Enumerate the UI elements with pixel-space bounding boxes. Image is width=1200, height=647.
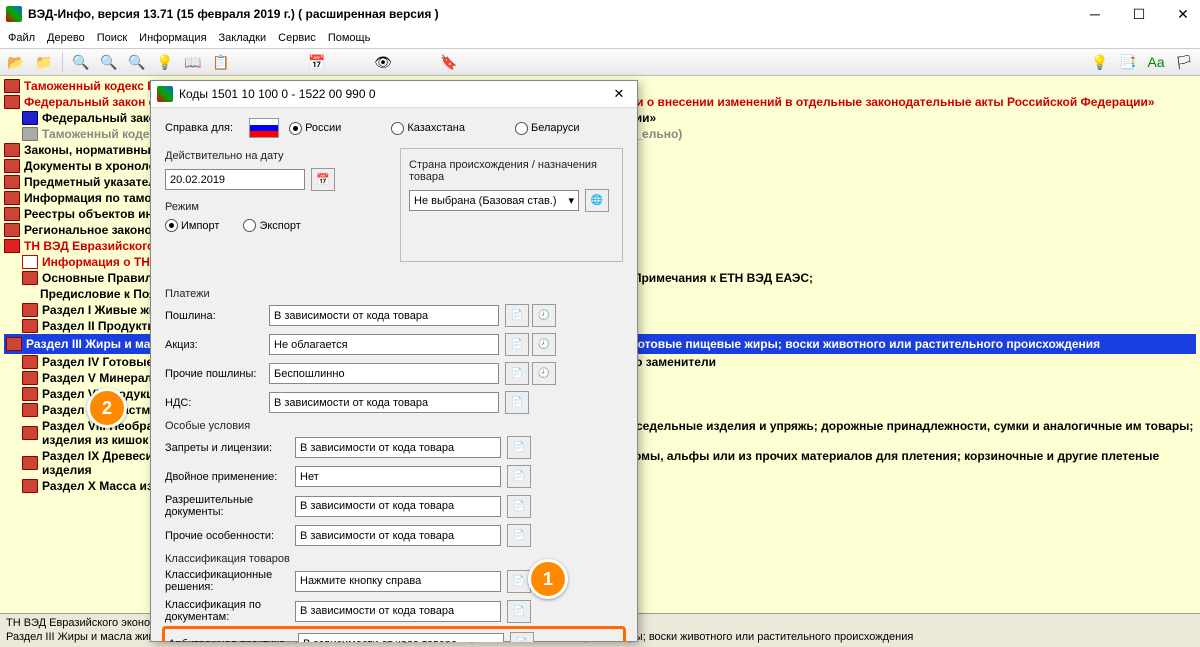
menu-tree[interactable]: Дерево <box>47 32 85 44</box>
k2-button[interactable]: 📄 <box>507 600 531 623</box>
c3-label: Разрешительные документы: <box>165 494 295 518</box>
k2-value: В зависимости от кода товара <box>295 601 501 622</box>
other-duties-label: Прочие пошлины: <box>165 368 269 380</box>
arbitration-highlight: Арбитражная практикаВ зависимости от код… <box>162 626 626 642</box>
menu-file[interactable]: Файл <box>8 32 35 44</box>
vat-value: В зависимости от кода товара <box>269 392 499 413</box>
duty-value: В зависимости от кода товара <box>269 305 499 326</box>
tool-light-icon[interactable]: 💡 <box>155 52 175 72</box>
valid-date-label: Действительно на дату <box>165 150 388 162</box>
radio-belarus[interactable]: Беларуси <box>515 122 580 135</box>
globe-button[interactable]: 🌐 <box>585 189 609 212</box>
tool-font-icon[interactable]: Aа <box>1146 52 1166 72</box>
menu-info[interactable]: Информация <box>139 32 206 44</box>
tool-eye-icon[interactable]: 👁 <box>373 52 393 72</box>
radio-export[interactable]: Экспорт <box>243 219 300 232</box>
c1-label: Запреты и лицензии: <box>165 442 295 454</box>
menu-bookmarks[interactable]: Закладки <box>219 32 267 44</box>
tool-marker-icon[interactable]: 🔖 <box>439 52 459 72</box>
date-input[interactable]: 20.02.2019 <box>165 169 305 190</box>
mode-label: Режим <box>165 201 388 213</box>
k3-label: Арбитражная практика <box>168 638 298 643</box>
radio-russia[interactable]: России <box>289 122 341 135</box>
dialog-close-button[interactable]: ✕ <box>607 84 631 104</box>
codes-dialog: Коды 1501 10 100 0 - 1522 00 990 0 ✕ Спр… <box>150 80 638 642</box>
window-title: ВЭД-Инфо, версия 13.71 (15 февраля 2019 … <box>28 7 1084 21</box>
tool-book-icon[interactable]: 📖 <box>183 52 203 72</box>
menu-help[interactable]: Помощь <box>328 32 371 44</box>
vat-label: НДС: <box>165 397 269 409</box>
tool-open-icon[interactable]: 📁 <box>34 52 54 72</box>
c3-button[interactable]: 📄 <box>507 495 531 518</box>
other-next-button[interactable]: 🕗 <box>532 362 556 385</box>
c1-value: В зависимости от кода товара <box>295 437 501 458</box>
k1-value: Нажмите кнопку справа <box>295 571 501 592</box>
other-duties-value: Беспошлинно <box>269 363 499 384</box>
duty-label: Пошлина: <box>165 310 269 322</box>
dialog-title: Коды 1501 10 100 0 - 1522 00 990 0 <box>179 87 607 101</box>
close-button[interactable]: ✕ <box>1172 3 1194 25</box>
tool-tree-icon[interactable]: 📂 <box>6 52 26 72</box>
k2-label: Классификация по документам: <box>165 599 295 623</box>
k1-label: Классификационные решения: <box>165 569 295 593</box>
tool-calendar-icon[interactable]: 📅 <box>307 52 327 72</box>
annotation-2: 2 <box>87 388 127 428</box>
c2-value: Нет <box>295 466 501 487</box>
tool-notes-icon[interactable]: 📑 <box>1118 52 1138 72</box>
minimize-button[interactable]: ─ <box>1084 3 1106 25</box>
tool-zoom-icon[interactable]: 🔍 <box>127 52 147 72</box>
tool-zoom-in-icon[interactable]: 🔍 <box>99 52 119 72</box>
maximize-button[interactable]: ☐ <box>1128 3 1150 25</box>
annotation-1: 1 <box>528 559 568 599</box>
tool-bulb-icon[interactable]: 💡 <box>1090 52 1110 72</box>
excise-next-button[interactable]: 🕗 <box>532 333 556 356</box>
conditions-title: Особые условия <box>165 420 623 432</box>
tool-zoom-out-icon[interactable]: 🔍 <box>71 52 91 72</box>
c4-label: Прочие особенности: <box>165 530 295 542</box>
c4-button[interactable]: 📄 <box>507 524 531 547</box>
calendar-button[interactable]: 📅 <box>311 168 335 191</box>
c2-label: Двойное применение: <box>165 471 295 483</box>
duty-info-button[interactable]: 📄 <box>505 304 529 327</box>
dialog-icon <box>157 86 173 102</box>
flag-russia-icon <box>249 118 279 138</box>
origin-country-label: Страна происхождения / назначения товара <box>409 159 614 183</box>
tree-item[interactable]: Предметный указатель <box>24 175 163 189</box>
app-icon <box>6 6 22 22</box>
radio-import[interactable]: Импорт <box>165 219 219 232</box>
menu-search[interactable]: Поиск <box>97 32 127 44</box>
c1-button[interactable]: 📄 <box>507 436 531 459</box>
origin-select[interactable]: Не выбрана (Базовая став.)▾ <box>409 190 579 211</box>
payments-title: Платежи <box>165 288 623 300</box>
tool-list-icon[interactable]: 📋 <box>211 52 231 72</box>
excise-info-button[interactable]: 📄 <box>505 333 529 356</box>
c4-value: В зависимости от кода товара <box>295 525 501 546</box>
c2-button[interactable]: 📄 <box>507 465 531 488</box>
radio-kazakhstan[interactable]: Казахстана <box>391 122 465 135</box>
duty-next-button[interactable]: 🕗 <box>532 304 556 327</box>
menu-service[interactable]: Сервис <box>278 32 316 44</box>
k3-value: В зависимости от кода товара <box>298 633 504 642</box>
vat-info-button[interactable]: 📄 <box>505 391 529 414</box>
k3-button[interactable]: 📄 <box>510 632 534 642</box>
tool-flag-icon[interactable]: 🏳 <box>1174 52 1194 72</box>
excise-value: Не облагается <box>269 334 499 355</box>
c3-value: В зависимости от кода товара <box>295 496 501 517</box>
excise-label: Акциз: <box>165 339 269 351</box>
ref-for-label: Справка для: <box>165 122 239 134</box>
other-info-button[interactable]: 📄 <box>505 362 529 385</box>
